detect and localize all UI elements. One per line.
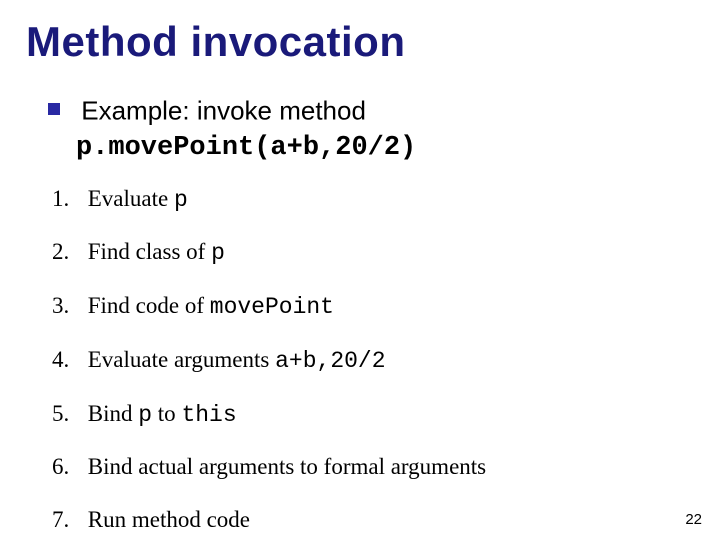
list-item: 7. Run method code [52,506,694,535]
slide: Method invocation Example: invoke method… [0,0,720,540]
step-text: Evaluate [88,186,174,211]
list-item: 5. Bind p to this [52,400,694,430]
step-number: 1. [52,185,82,214]
page-number: 22 [685,511,702,528]
step-text: Bind actual arguments to formal argument… [88,454,486,479]
step-text: Find code of [88,293,210,318]
step-text: Evaluate arguments [88,347,275,372]
list-item: 3. Find code of movePoint [52,292,694,322]
example-line: Example: invoke method [48,92,694,129]
step-list: 1. Evaluate p 2. Find class of p 3. Find… [52,185,694,535]
step-mono: p [138,402,152,428]
step-number: 7. [52,506,82,535]
step-number: 4. [52,346,82,375]
step-text: to [152,401,181,426]
step-number: 6. [52,453,82,482]
list-item: 4. Evaluate arguments a+b,20/2 [52,346,694,376]
step-number: 5. [52,400,82,429]
step-number: 3. [52,292,82,321]
list-item: 1. Evaluate p [52,185,694,215]
step-text: Run method code [88,507,250,532]
example-label: Example: invoke method [81,96,366,126]
step-mono: a+b,20/2 [275,348,385,374]
step-text: Find class of [88,239,211,264]
example-code: p.movePoint(a+b,20/2) [76,133,694,163]
slide-title: Method invocation [26,18,694,66]
step-mono: movePoint [210,294,334,320]
step-mono: p [174,187,188,213]
list-item: 6. Bind actual arguments to formal argum… [52,453,694,482]
list-item: 2. Find class of p [52,238,694,268]
step-mono: p [211,240,225,266]
step-mono: this [181,402,236,428]
bullet-icon [48,103,60,115]
step-number: 2. [52,238,82,267]
step-text: Bind [88,401,138,426]
